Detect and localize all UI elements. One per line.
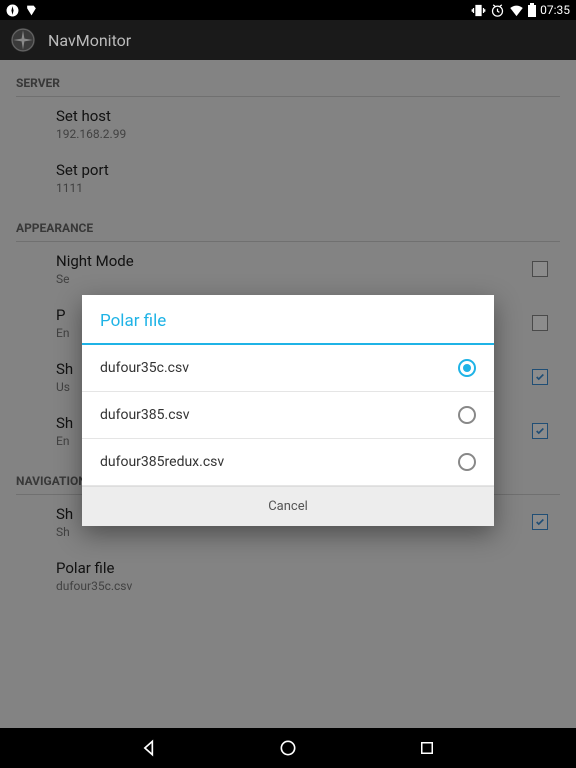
- status-time: 07:35: [540, 3, 570, 17]
- notification-icon: [25, 4, 38, 17]
- app-logo-icon: [10, 27, 36, 53]
- polar-file-dialog: Polar file dufour35c.csv dufour385.csv d…: [82, 295, 494, 526]
- back-button[interactable]: [138, 737, 160, 759]
- option-label: dufour385.csv: [100, 407, 458, 423]
- battery-icon: [528, 3, 536, 17]
- cancel-label: Cancel: [268, 499, 308, 514]
- home-button[interactable]: [277, 737, 299, 759]
- vibrate-icon: [471, 3, 486, 18]
- recent-button[interactable]: [416, 737, 438, 759]
- radio-icon: [458, 359, 476, 377]
- dialog-option-1[interactable]: dufour385.csv: [82, 392, 494, 439]
- wifi-icon: [509, 3, 524, 18]
- dialog-title: Polar file: [82, 295, 494, 345]
- compass-status-icon: [6, 4, 19, 17]
- radio-icon: [458, 406, 476, 424]
- app-bar: NavMonitor: [0, 20, 576, 60]
- option-label: dufour385redux.csv: [100, 454, 458, 470]
- status-bar: 07:35: [0, 0, 576, 20]
- alarm-icon: [490, 3, 505, 18]
- dialog-option-0[interactable]: dufour35c.csv: [82, 345, 494, 392]
- app-title: NavMonitor: [48, 31, 131, 50]
- radio-icon: [458, 453, 476, 471]
- option-label: dufour35c.csv: [100, 360, 458, 376]
- cancel-button[interactable]: Cancel: [82, 486, 494, 526]
- content-area: SERVER Set host 192.168.2.99 Set port 11…: [0, 60, 576, 728]
- dialog-option-2[interactable]: dufour385redux.csv: [82, 439, 494, 486]
- system-nav-bar: [0, 728, 576, 768]
